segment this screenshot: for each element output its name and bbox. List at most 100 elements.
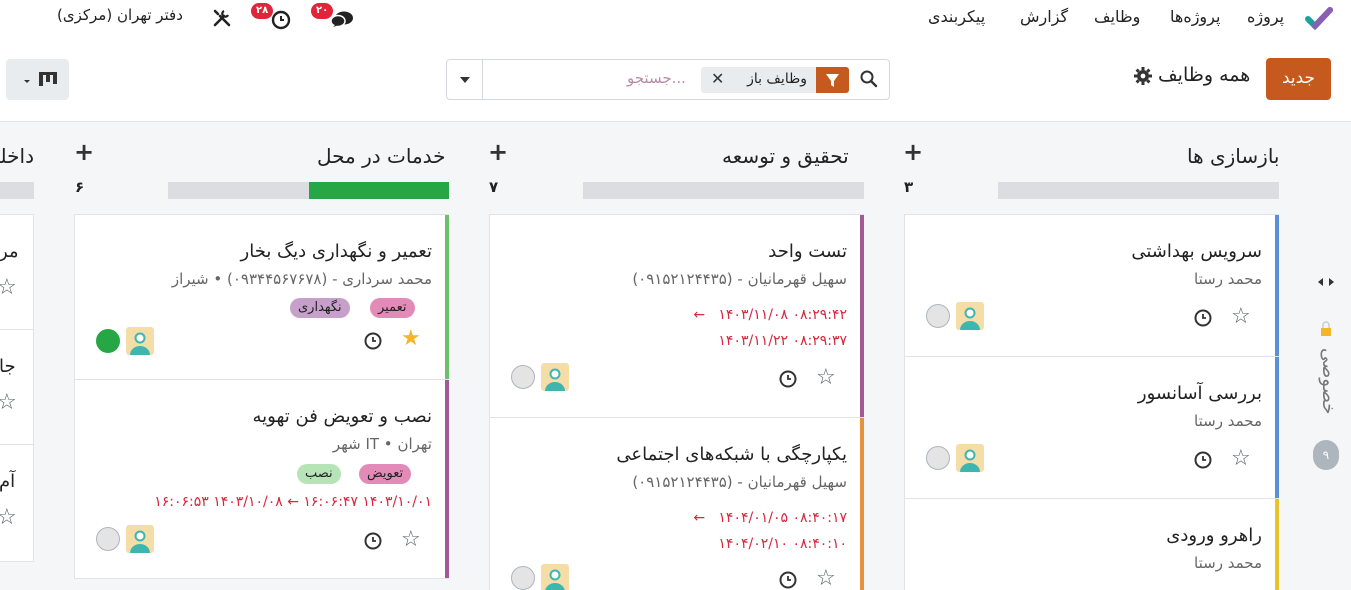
task-card[interactable]: مر ☆ [0,214,34,330]
task-card[interactable]: سرویس بهداشتی محمد رستا ☆ [904,214,1279,357]
folded-column-title: خصوصی [1318,348,1339,415]
date-arrow: ← [693,307,719,323]
kanban-view-switcher[interactable] [6,59,69,100]
column-progress-bar[interactable] [583,182,864,199]
activity-clock-icon[interactable] [1193,308,1213,328]
avatar[interactable] [126,525,154,553]
card-color-stripe [1275,357,1279,498]
priority-star-icon[interactable]: ☆ [816,367,836,389]
task-date-range: ۱۶:۰۶:۵۳ ۱۴۰۳/۱۰/۰۸ ← ۱۶:۰۶:۴۷ ۱۴۰۳/۱۰/۰… [154,494,432,510]
kanban-state-dot[interactable] [511,566,535,590]
task-contact: محمد سرداری - (۰۹۳۴۴۵۶۷۶۷۸) • شیراز [171,270,432,288]
activity-clock-icon[interactable] [778,570,798,590]
task-contact: سهیل قهرمانیان - (۰۹۱۵۲۱۲۴۴۳۵) [632,270,847,288]
task-date-start: ← ۱۴۰۳/۱۱/۰۸ ۰۸:۲۹:۴۲ [693,307,847,323]
activity-clock-icon[interactable] [270,8,292,30]
project-app-logo-icon[interactable] [1304,6,1334,32]
kanban-view-icon [24,72,57,86]
task-card[interactable]: جا ☆ [0,329,34,445]
card-color-stripe [860,215,864,417]
progress-done-segment[interactable] [308,182,449,199]
task-assignee: محمد رستا [1194,270,1262,288]
priority-star-icon[interactable]: ☆ [1231,306,1251,328]
kanban-state-dot[interactable] [96,527,120,551]
search-icon[interactable] [859,69,879,89]
nav-menu-projects[interactable]: پروژه‌ها [1170,7,1220,26]
column-title-internal[interactable]: داخلی [0,144,34,168]
tag-replacement: تعویض [359,464,412,484]
kanban-state-dot[interactable] [926,304,950,328]
column-count: ۷ [489,178,499,196]
avatar[interactable] [956,302,984,330]
search-facet-open-tasks: ✕ وظایف باز [701,67,849,93]
top-navbar: پروژه پروژه‌ها وظایف گزارش پیکربندی دفتر… [0,0,1351,38]
card-color-stripe [445,215,449,379]
expand-arrows-icon[interactable] [1313,272,1339,292]
task-card[interactable]: یکپارچگی با شبکه‌های اجتماعی سهیل قهرمان… [489,417,864,590]
column-progress-bar[interactable] [998,182,1279,199]
activity-clock-icon[interactable] [1193,450,1213,470]
column-progress-bar[interactable] [168,182,449,199]
search-options-toggle[interactable] [447,60,483,99]
activity-clock-icon[interactable] [778,369,798,389]
kanban-state-dot[interactable] [926,446,950,470]
activity-clock-icon[interactable] [363,331,383,351]
nav-menu-tasks[interactable]: وظایف [1094,7,1140,26]
task-card[interactable]: تعمیر و نگهداری دیگ بخار محمد سرداری - (… [74,214,449,380]
priority-star-icon[interactable]: ☆ [1231,448,1251,470]
tag-maintenance: نگهداری [290,298,350,318]
quick-add-button[interactable]: + [903,138,923,166]
new-task-button[interactable]: جدید [1266,58,1331,100]
card-color-stripe [1275,499,1279,590]
column-title-rnd[interactable]: تحقیق و توسعه [722,144,849,168]
priority-star-icon[interactable]: ☆ [0,277,17,299]
column-progress-bar[interactable] [0,182,34,199]
task-card[interactable]: آم ☆ [0,444,34,562]
lock-icon [1321,321,1331,336]
nav-app-name[interactable]: پروژه [1247,7,1284,26]
priority-star-icon[interactable]: ☆ [401,529,421,551]
remove-facet-button[interactable]: ✕ [711,69,724,88]
card-color-stripe [860,418,864,590]
company-switcher[interactable]: دفتر تهران (مرکزی) [57,6,183,24]
kanban-state-dot[interactable] [96,329,120,353]
activity-clock-icon[interactable] [363,531,383,551]
avatar[interactable] [126,327,154,355]
task-card[interactable]: بررسی آسانسور محمد رستا ☆ [904,356,1279,499]
task-title: مر [0,241,19,262]
column-title-renovations[interactable]: بازسازی ها [1187,144,1279,168]
breadcrumb-all-tasks: همه وظایف [1158,64,1251,86]
priority-star-icon[interactable]: ☆ [816,568,836,590]
quick-add-button[interactable]: + [74,138,94,166]
search-bar[interactable]: جستجو... ✕ وظایف باز [446,59,890,100]
facet-label: وظایف باز [747,71,807,87]
folded-column-private[interactable]: خصوصی ۹ [1313,272,1339,470]
column-title-onsite-services[interactable]: خدمات در محل [317,144,446,168]
kanban-state-dot[interactable] [511,365,535,389]
gear-icon[interactable] [1133,66,1153,86]
date-start-value: ۱۴۰۳/۱۱/۰۸ ۰۸:۲۹:۴۲ [718,307,847,323]
column-count: ۳ [904,178,914,196]
task-card[interactable]: تست واحد سهیل قهرمانیان - (۰۹۱۵۲۱۲۴۴۳۵) … [489,214,864,418]
task-title: نصب و تعویض فن تهویه [252,406,433,427]
kanban-board: خصوصی ۹ بازسازی ها + ۳ سرویس بهداشتی محم… [0,121,1351,590]
search-input[interactable]: جستجو... [627,69,686,87]
task-title: راهرو ورودی [1166,525,1262,546]
messages-chat-icon[interactable] [330,9,354,29]
quick-add-button[interactable]: + [488,138,508,166]
task-card[interactable]: راهرو ورودی محمد رستا [904,498,1279,590]
nav-menu-configuration[interactable]: پیکربندی [928,7,985,26]
tag-installation: نصب [297,464,341,484]
nav-menu-reporting[interactable]: گزارش [1020,7,1068,26]
avatar[interactable] [541,363,569,391]
date-start-value: ۱۴۰۴/۰۱/۰۵ ۰۸:۴۰:۱۷ [718,510,847,526]
avatar[interactable] [956,444,984,472]
avatar[interactable] [541,564,569,590]
priority-star-icon[interactable]: ★ [401,328,421,350]
tag-repair: تعمیر [370,298,415,318]
tools-icon[interactable] [212,8,232,28]
priority-star-icon[interactable]: ☆ [0,507,17,529]
priority-star-icon[interactable]: ☆ [0,392,17,414]
task-date-end: ۱۴۰۳/۱۱/۲۲ ۰۸:۲۹:۳۷ [718,333,847,349]
task-card[interactable]: نصب و تعویض فن تهویه شهر IT • تهران تعوی… [74,379,449,579]
